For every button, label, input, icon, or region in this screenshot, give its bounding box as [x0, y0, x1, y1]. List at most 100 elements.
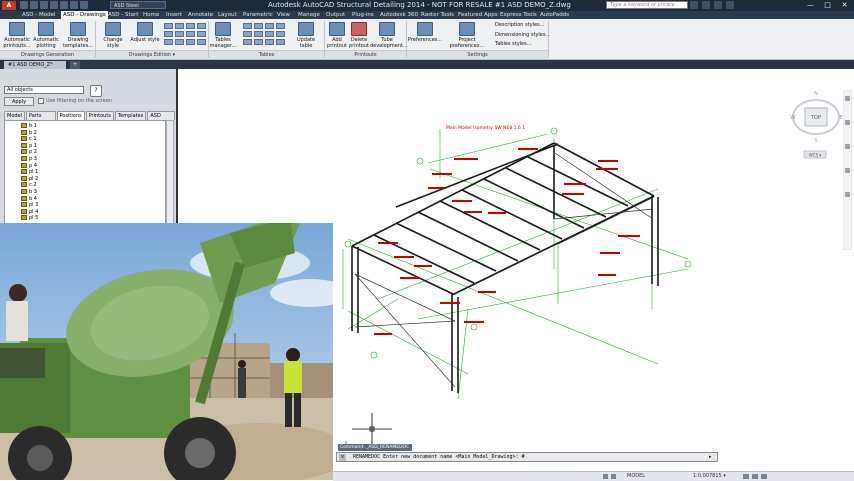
model-space-button[interactable]: MODEL [627, 473, 645, 479]
tab-featured-apps[interactable]: Featured Apps [456, 11, 500, 19]
grid-toggle-icon[interactable] [603, 474, 608, 479]
pan-icon[interactable] [845, 120, 850, 125]
open-file-icon[interactable] [30, 1, 38, 9]
save-icon[interactable] [40, 1, 48, 9]
tab-raster-tools[interactable]: Raster Tools [419, 11, 456, 19]
steering-wheel-icon[interactable] [845, 96, 850, 101]
tree-item[interactable]: pl 5 [21, 215, 38, 221]
tab-output[interactable]: Output [324, 11, 347, 19]
edit-tool-icon[interactable] [186, 23, 195, 29]
table-tool-icon[interactable] [254, 31, 263, 37]
tab-positions[interactable]: Positions [56, 111, 85, 120]
tree-item[interactable]: p 4 [21, 162, 37, 169]
workspace-switch-icon[interactable] [743, 474, 749, 479]
tree-item[interactable]: c 2 [21, 182, 37, 188]
tree-item[interactable]: pl 2 [21, 175, 38, 182]
print-icon[interactable] [60, 1, 68, 9]
command-close-button[interactable]: × [339, 454, 346, 461]
viewcube[interactable]: N W E S TOP WCS ▾ [790, 86, 850, 160]
clean-screen-icon[interactable] [761, 474, 767, 479]
apply-button[interactable]: Apply [4, 97, 34, 106]
tables-styles-button[interactable]: Tables styles... [495, 41, 532, 47]
tab-manage[interactable]: Manage [296, 11, 322, 19]
minimize-button[interactable]: — [802, 0, 819, 10]
showmotion-icon[interactable] [845, 192, 850, 197]
edit-tool-icon[interactable] [197, 23, 206, 29]
close-button[interactable]: ✕ [836, 0, 853, 10]
edit-tool-icon[interactable] [164, 23, 173, 29]
tree-item[interactable]: p 3 [21, 156, 37, 162]
orbit-icon[interactable] [845, 168, 850, 173]
tree-item[interactable]: c 1 [21, 136, 37, 142]
edit-tool-icon[interactable] [175, 31, 184, 37]
adjust-style-button[interactable]: Adjust style [130, 22, 160, 44]
edit-tool-icon[interactable] [164, 39, 173, 45]
tree-item[interactable]: b 1 [21, 123, 37, 129]
table-tool-icon[interactable] [276, 39, 285, 45]
tab-parts-edition[interactable]: Parts Edition [26, 111, 56, 127]
drawing-templates-button[interactable]: Drawing templates... [63, 22, 93, 49]
change-style-button[interactable]: Change style [97, 22, 129, 49]
maximize-button[interactable]: □ [819, 0, 836, 10]
wcs-menu[interactable]: WCS ▾ [809, 153, 822, 158]
edit-tool-icon[interactable] [186, 39, 195, 45]
tree-item[interactable]: b 4 [21, 195, 37, 202]
delete-printout-button[interactable]: Delete printout [348, 22, 370, 49]
tree-item[interactable]: b 3 [21, 189, 37, 195]
automatic-printouts-button[interactable]: Automatic printouts... [3, 22, 31, 49]
automatic-plotting-button[interactable]: Automatic plotting [32, 22, 60, 49]
table-tool-icon[interactable] [243, 23, 252, 29]
table-tool-icon[interactable] [243, 31, 252, 37]
tab-view[interactable]: View [275, 11, 292, 19]
tree-item[interactable]: p 2 [21, 149, 37, 155]
edit-tool-icon[interactable] [197, 31, 206, 37]
autocad-logo-icon[interactable]: A [2, 1, 16, 10]
save-as-icon[interactable] [50, 1, 58, 9]
new-tab-button[interactable]: + [70, 61, 80, 69]
tab-asd-start[interactable]: ASD - Start [106, 11, 140, 19]
tab-layout[interactable]: Layout [216, 11, 239, 19]
help-icon[interactable] [726, 1, 734, 9]
tree-item[interactable]: p 1 [21, 142, 37, 149]
document-tab[interactable]: #1 ASD DEMO_Z* [4, 61, 66, 69]
table-tool-icon[interactable] [265, 23, 274, 29]
command-input[interactable]: RENAMEDOC Enter new document name <Main … [353, 454, 525, 461]
table-tool-icon[interactable] [243, 39, 252, 45]
exchange-icon[interactable] [714, 1, 722, 9]
tab-autodesk-360[interactable]: Autodesk 360 [378, 11, 420, 19]
redo-icon[interactable] [80, 1, 88, 9]
edit-tool-icon[interactable] [164, 31, 173, 37]
edit-tool-icon[interactable] [175, 39, 184, 45]
add-printout-button[interactable]: Add printout [326, 22, 348, 49]
lock-icon[interactable] [752, 474, 758, 479]
tab-model[interactable]: Model [4, 111, 26, 120]
update-table-button[interactable]: Update table [290, 22, 322, 49]
tab-express-tools[interactable]: Express Tools [498, 11, 539, 19]
command-history-arrow[interactable]: ▸ [709, 454, 712, 461]
panel-label-drawings-edition[interactable]: Drawings Edition ▾ [96, 50, 208, 59]
tree-item[interactable]: pl 1 [21, 169, 38, 175]
tab-parametric[interactable]: Parametric [241, 11, 275, 19]
tab-asd-drawings[interactable]: ASD - Drawings [61, 11, 108, 19]
undo-icon[interactable] [70, 1, 78, 9]
annotation-scale[interactable]: 1:0.007815 ▾ [693, 473, 726, 479]
tube-development-button[interactable]: Tube development... [370, 22, 408, 49]
command-line[interactable]: × RENAMEDOC Enter new document name <Mai… [336, 452, 718, 462]
tables-manager-button[interactable]: Tables manager... [209, 22, 237, 49]
object-filter-select[interactable]: All objects [4, 86, 84, 94]
use-filtering-checkbox[interactable] [38, 98, 44, 104]
sign-in-icon[interactable] [702, 1, 710, 9]
filter-help-button[interactable]: ? [90, 85, 102, 97]
new-file-icon[interactable] [20, 1, 28, 9]
tab-plug-ins[interactable]: Plug-ins [350, 11, 376, 19]
viewcube-top-face[interactable]: TOP [810, 115, 821, 121]
workspace-select[interactable]: ASD Steel [110, 1, 166, 9]
table-tool-icon[interactable] [276, 31, 285, 37]
table-tool-icon[interactable] [254, 39, 263, 45]
binoculars-icon[interactable] [690, 1, 698, 9]
dimensioning-styles-button[interactable]: Dimensioning styles... [495, 32, 550, 38]
table-tool-icon[interactable] [265, 39, 274, 45]
edit-tool-icon[interactable] [197, 39, 206, 45]
tree-item[interactable]: pl 3 [21, 202, 38, 208]
tree-item[interactable]: b 2 [21, 129, 37, 136]
